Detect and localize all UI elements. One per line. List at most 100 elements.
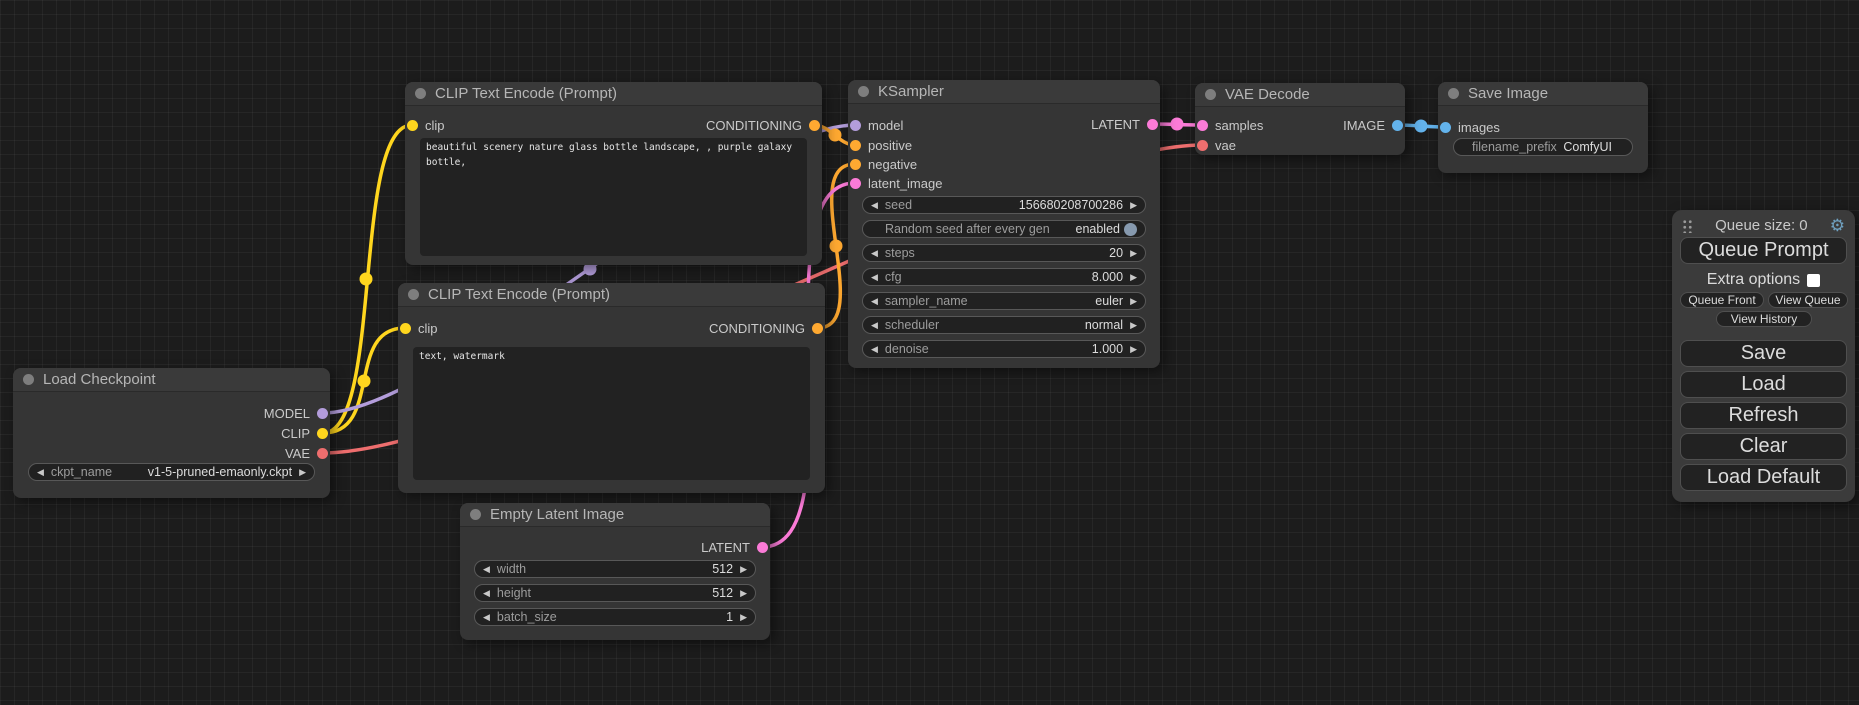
- node-collapse-dot-icon[interactable]: [470, 509, 481, 520]
- increment-arrow-icon[interactable]: ▶: [740, 613, 747, 622]
- decrement-arrow-icon[interactable]: ◀: [871, 201, 878, 210]
- conditioning-slot-dot[interactable]: [850, 159, 861, 170]
- decrement-arrow-icon[interactable]: ◀: [483, 613, 490, 622]
- view-queue-button[interactable]: View Queue: [1768, 292, 1848, 308]
- increment-arrow-icon[interactable]: ▶: [1130, 345, 1137, 354]
- node-collapse-dot-icon[interactable]: [858, 86, 869, 97]
- decrement-arrow-icon[interactable]: ◀: [483, 589, 490, 598]
- random-seed-toggle-widget[interactable]: Random seed after every gen enabled: [862, 220, 1146, 238]
- node-title-bar[interactable]: CLIP Text Encode (Prompt): [405, 82, 822, 106]
- node-title-bar[interactable]: Load Checkpoint: [13, 368, 330, 392]
- vae-slot-dot[interactable]: [317, 448, 328, 459]
- node-save-image[interactable]: Save Image images filename_prefix ComfyU…: [1438, 82, 1648, 173]
- output-slot-conditioning[interactable]: CONDITIONING: [706, 118, 820, 132]
- node-collapse-dot-icon[interactable]: [1448, 88, 1459, 99]
- scheduler-widget[interactable]: ◀ scheduler normal ▶: [862, 316, 1146, 334]
- node-clip-text-encode-negative[interactable]: CLIP Text Encode (Prompt) clip CONDITION…: [398, 283, 825, 493]
- output-slot-vae[interactable]: VAE: [285, 446, 328, 460]
- filename-prefix-widget[interactable]: filename_prefix ComfyUI: [1453, 138, 1633, 156]
- clear-button[interactable]: Clear: [1680, 433, 1847, 460]
- latent-slot-dot[interactable]: [1197, 120, 1208, 131]
- output-slot-latent[interactable]: LATENT: [1091, 117, 1158, 131]
- model-slot-dot[interactable]: [317, 408, 328, 419]
- sampler-name-widget[interactable]: ◀ sampler_name euler ▶: [862, 292, 1146, 310]
- input-slot-samples[interactable]: samples: [1197, 118, 1263, 132]
- denoise-widget[interactable]: ◀ denoise 1.000 ▶: [862, 340, 1146, 358]
- decrement-arrow-icon[interactable]: ◀: [483, 565, 490, 574]
- node-vae-decode[interactable]: VAE Decode samples vae IMAGE: [1195, 83, 1405, 155]
- increment-arrow-icon[interactable]: ▶: [740, 565, 747, 574]
- input-slot-images[interactable]: images: [1440, 120, 1500, 134]
- load-button[interactable]: Load: [1680, 371, 1847, 398]
- prompt-textarea[interactable]: text, watermark: [413, 347, 810, 480]
- steps-widget[interactable]: ◀ steps 20 ▶: [862, 244, 1146, 262]
- refresh-button[interactable]: Refresh: [1680, 402, 1847, 429]
- ckpt-name-widget[interactable]: ◀ ckpt_name v1-5-pruned-emaonly.ckpt ▶: [28, 463, 315, 481]
- latent-slot-dot[interactable]: [757, 542, 768, 553]
- toggle-knob-icon[interactable]: [1124, 223, 1137, 236]
- node-empty-latent-image[interactable]: Empty Latent Image LATENT ◀ width 512 ▶ …: [460, 503, 770, 640]
- node-ksampler[interactable]: KSampler model positive negative latent_…: [848, 80, 1160, 368]
- output-slot-model[interactable]: MODEL: [264, 406, 328, 420]
- node-graph-canvas[interactable]: Load Checkpoint MODEL CLIP VAE ◀ ckpt_na…: [0, 0, 1859, 705]
- clip-slot-dot[interactable]: [317, 428, 328, 439]
- input-slot-clip[interactable]: clip: [400, 321, 438, 335]
- output-slot-latent[interactable]: LATENT: [701, 540, 768, 554]
- queue-front-button[interactable]: Queue Front: [1680, 292, 1764, 308]
- conditioning-slot-dot[interactable]: [850, 140, 861, 151]
- decrement-arrow-icon[interactable]: ◀: [871, 297, 878, 306]
- input-slot-model[interactable]: model: [850, 118, 903, 132]
- conditioning-slot-dot[interactable]: [812, 323, 823, 334]
- input-slot-negative[interactable]: negative: [850, 157, 917, 171]
- decrement-arrow-icon[interactable]: ◀: [871, 273, 878, 282]
- node-title-bar[interactable]: Empty Latent Image: [460, 503, 770, 527]
- image-slot-dot[interactable]: [1392, 120, 1403, 131]
- node-title-bar[interactable]: Save Image: [1438, 82, 1648, 106]
- output-slot-conditioning[interactable]: CONDITIONING: [709, 321, 823, 335]
- clip-slot-dot[interactable]: [400, 323, 411, 334]
- image-slot-dot[interactable]: [1440, 122, 1451, 133]
- node-title-bar[interactable]: CLIP Text Encode (Prompt): [398, 283, 825, 307]
- cfg-widget[interactable]: ◀ cfg 8.000 ▶: [862, 268, 1146, 286]
- conditioning-slot-dot[interactable]: [809, 120, 820, 131]
- latent-slot-dot[interactable]: [1147, 119, 1158, 130]
- batch-size-widget[interactable]: ◀ batch_size 1 ▶: [474, 608, 756, 626]
- extra-options-checkbox[interactable]: [1807, 274, 1820, 287]
- increment-arrow-icon[interactable]: ▶: [1130, 273, 1137, 282]
- save-button[interactable]: Save: [1680, 340, 1847, 367]
- node-collapse-dot-icon[interactable]: [408, 289, 419, 300]
- increment-arrow-icon[interactable]: ▶: [1130, 201, 1137, 210]
- width-widget[interactable]: ◀ width 512 ▶: [474, 560, 756, 578]
- node-collapse-dot-icon[interactable]: [23, 374, 34, 385]
- vae-slot-dot[interactable]: [1197, 140, 1208, 151]
- node-collapse-dot-icon[interactable]: [415, 88, 426, 99]
- increment-arrow-icon[interactable]: ▶: [1130, 321, 1137, 330]
- queue-prompt-button[interactable]: Queue Prompt: [1680, 237, 1847, 264]
- node-title-bar[interactable]: KSampler: [848, 80, 1160, 104]
- height-widget[interactable]: ◀ height 512 ▶: [474, 584, 756, 602]
- node-clip-text-encode-positive[interactable]: CLIP Text Encode (Prompt) clip CONDITION…: [405, 82, 822, 265]
- increment-arrow-icon[interactable]: ▶: [740, 589, 747, 598]
- input-slot-latent-image[interactable]: latent_image: [850, 176, 942, 190]
- node-collapse-dot-icon[interactable]: [1205, 89, 1216, 100]
- latent-slot-dot[interactable]: [850, 178, 861, 189]
- clip-slot-dot[interactable]: [407, 120, 418, 131]
- input-slot-positive[interactable]: positive: [850, 138, 912, 152]
- decrement-arrow-icon[interactable]: ◀: [871, 345, 878, 354]
- gear-icon[interactable]: ⚙: [1830, 217, 1845, 234]
- output-slot-image[interactable]: IMAGE: [1343, 118, 1403, 132]
- load-default-button[interactable]: Load Default: [1680, 464, 1847, 491]
- increment-arrow-icon[interactable]: ▶: [1130, 297, 1137, 306]
- node-load-checkpoint[interactable]: Load Checkpoint MODEL CLIP VAE ◀ ckpt_na…: [13, 368, 330, 498]
- prompt-textarea[interactable]: beautiful scenery nature glass bottle la…: [420, 138, 807, 256]
- decrement-arrow-icon[interactable]: ◀: [871, 321, 878, 330]
- decrement-arrow-icon[interactable]: ◀: [37, 468, 44, 477]
- drag-handle-icon[interactable]: [1682, 218, 1693, 233]
- model-slot-dot[interactable]: [850, 120, 861, 131]
- seed-widget[interactable]: ◀ seed 156680208700286 ▶: [862, 196, 1146, 214]
- decrement-arrow-icon[interactable]: ◀: [871, 249, 878, 258]
- input-slot-vae[interactable]: vae: [1197, 138, 1236, 152]
- input-slot-clip[interactable]: clip: [407, 118, 445, 132]
- node-title-bar[interactable]: VAE Decode: [1195, 83, 1405, 107]
- output-slot-clip[interactable]: CLIP: [281, 426, 328, 440]
